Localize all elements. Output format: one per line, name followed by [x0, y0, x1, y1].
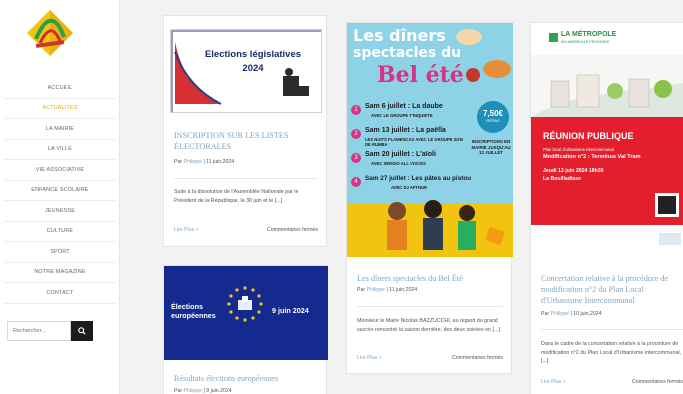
nav-item-sport[interactable]: SPORT: [4, 242, 116, 263]
event-subtitle: AVEC LE GROUPE T'INQUIETE: [371, 113, 433, 118]
comments-status: Commentaires fermés: [451, 355, 503, 361]
read-more-link[interactable]: Lire Plus >: [174, 227, 199, 233]
post-title-europeennes[interactable]: Résultats élections européennes: [174, 373, 319, 384]
post-image-europeennes[interactable]: Élections européennes 9 juin 2024: [164, 266, 328, 360]
nav-item-contact[interactable]: CONTACT: [4, 283, 116, 304]
event-number: 4: [351, 177, 361, 187]
image-date-europeennes: 9 juin 2024: [272, 306, 309, 315]
event-title: Sam 13 juillet : La paëlla: [365, 127, 446, 134]
event-number: 3: [351, 153, 361, 163]
divider: [357, 306, 503, 307]
sidebar: ACCUEIL ACTUALITES LA MAIRIE LA VILLE VI…: [0, 0, 120, 394]
poster-event-list: 1 Sam 6 juillet : La daube AVEC LE GROUP…: [351, 103, 471, 199]
metropole-brand: LA MÉTROPOLE: [561, 31, 617, 38]
comments-status: Commentaires fermés: [266, 227, 318, 233]
divider: [174, 178, 318, 179]
nav-item-vie-associative[interactable]: VIE ASSOCIATIVE: [4, 160, 116, 181]
inscriptions-note: INSCRIPTIONS EN MAIRIE JUSQU'AU 12 JUILL…: [471, 139, 511, 156]
post-card-europeennes: Élections européennes 9 juin 2024 Résult…: [163, 265, 328, 394]
post-date: | 10 juin,2024: [570, 311, 602, 317]
post-excerpt-metropole: Dans le cadre de la concertation relativ…: [541, 341, 682, 365]
poster-event-3: 3 Sam 20 juillet : L'aïoli AVEC SERGIO A…: [351, 151, 471, 175]
banner-line-3: Jeudi 13 juin 2024 18h30: [543, 168, 604, 174]
image-label-europeennes: Élections européennes: [171, 302, 216, 320]
post-excerpt-legislatives: Suite à la dissolution de l'Assemblée Na…: [174, 189, 299, 204]
comments-status: Commentaires fermés: [631, 379, 683, 385]
image-year-legislatives: 2024: [242, 63, 264, 74]
poster-event-4: 4 Sam 27 juillet : Les pâtes au pistou A…: [351, 175, 471, 199]
nav-item-la-ville[interactable]: LA VILLE: [4, 140, 116, 160]
nav-item-notre-magazine[interactable]: NOTRE MAGAZINE: [4, 263, 116, 283]
event-title: Sam 20 juillet : L'aïoli: [365, 151, 436, 158]
post-meta-diners: Par Philippe | 11 juin,2024: [357, 287, 417, 293]
main-nav: ACCUEIL ACTUALITES LA MAIRIE LA VILLE VI…: [4, 78, 116, 304]
meta-by-label: Par: [357, 287, 366, 293]
page: ACCUEIL ACTUALITES LA MAIRIE LA VILLE VI…: [0, 0, 683, 394]
post-date: | 11 juin,2024: [386, 287, 418, 293]
post-date: | 11 juin,2024: [203, 159, 235, 165]
post-title-diners[interactable]: Les dîners spectacles du Bel Été: [357, 273, 507, 284]
banner-line-2: Modification n°2 : Terminus Val Tram: [543, 154, 641, 160]
meta-by-label: Par: [174, 388, 183, 394]
price-value: 7,50€: [482, 109, 504, 118]
post-card-legislatives: Elections législatives 2024 INSCRIPTION …: [163, 15, 327, 247]
nav-item-actualites[interactable]: ACTUALITES: [4, 99, 116, 119]
poster-heading-line3: Bel été: [377, 62, 464, 88]
search-button[interactable]: [71, 321, 93, 341]
banner-line-1: Plan local d'urbanisme intercommunal: [543, 147, 614, 152]
nav-item-jeunesse[interactable]: JEUNESSE: [4, 201, 116, 222]
read-more-link[interactable]: Lire Plus >: [541, 379, 566, 385]
post-title-legislatives[interactable]: INSCRIPTION SUR LES LISTES ÉLECTORALES: [174, 130, 299, 152]
search-input[interactable]: [7, 321, 71, 341]
divider: [541, 329, 683, 330]
nav-item-enfance-scolaire[interactable]: ENFANCE SCOLAIRE: [4, 181, 116, 201]
post-meta-europeennes: Par Philippe | 9 juin,2024: [174, 388, 232, 394]
post-card-diners: Les dîners spectacles du Bel été 1 Sam 6…: [346, 22, 513, 374]
poster-heading-line1: Les dîners: [353, 26, 446, 45]
metropole-brand-sub: AIX-MARSEILLE-PROVENCE: [561, 40, 610, 44]
post-card-metropole: LA MÉTROPOLE AIX-MARSEILLE-PROVENCE RÉUN…: [530, 22, 683, 394]
event-number: 1: [351, 105, 361, 115]
nav-item-la-mairie[interactable]: LA MAIRIE: [4, 119, 116, 140]
site-logo[interactable]: [26, 9, 74, 57]
post-image-legislatives[interactable]: Elections législatives 2024: [170, 29, 322, 113]
post-meta-metropole: Par Philippe | 10 juin,2024: [541, 311, 602, 317]
poster-event-2: 2 Sam 13 juillet : La paëlla LES NUITS F…: [351, 127, 471, 151]
event-title: Sam 27 juillet : Les pâtes au pistou: [365, 175, 472, 182]
author-link[interactable]: Philippe: [367, 287, 385, 293]
event-subtitle: LES NUITS FLAMENCAS AVEC LE GROUPE SON D…: [365, 137, 463, 147]
event-subtitle: AVEC SERGIO ALL VOICES: [371, 161, 426, 166]
event-number: 2: [351, 129, 361, 139]
post-image-diners[interactable]: Les dîners spectacles du Bel été 1 Sam 6…: [347, 23, 513, 257]
nav-item-culture[interactable]: CULTURE: [4, 222, 116, 242]
banner-heading: RÉUNION PUBLIQUE: [543, 131, 634, 141]
price-sub: REPAS: [486, 118, 500, 123]
post-title-metropole[interactable]: Concertation relative à la procédure de …: [541, 273, 683, 306]
author-link[interactable]: Philippe: [184, 159, 202, 165]
post-date: | 9 juin,2024: [203, 388, 232, 394]
poster-event-1: 1 Sam 6 juillet : La daube AVEC LE GROUP…: [351, 103, 471, 127]
event-subtitle: AVEC DJ AFTHUR: [391, 185, 428, 190]
poster-heading-line2: spectacles du: [353, 45, 462, 61]
meta-by-label: Par: [541, 311, 550, 317]
search-form: [7, 321, 93, 341]
nav-item-accueil[interactable]: ACCUEIL: [4, 78, 116, 99]
post-meta-legislatives: Par Philippe | 11 juin,2024: [174, 159, 234, 165]
read-more-link[interactable]: Lire Plus >: [357, 355, 382, 361]
event-title: Sam 6 juillet : La daube: [365, 103, 443, 110]
image-heading-legislatives: Elections législatives: [204, 49, 302, 60]
post-excerpt-diners: Monsieur le Maire Nicolas BAZZUCCHI, au …: [357, 318, 500, 333]
price-badge: 7,50€ REPAS: [477, 101, 509, 133]
author-link[interactable]: Philippe: [551, 311, 569, 317]
author-link[interactable]: Philippe: [184, 388, 202, 394]
post-image-metropole[interactable]: LA MÉTROPOLE AIX-MARSEILLE-PROVENCE RÉUN…: [531, 23, 683, 255]
search-icon: [78, 327, 86, 335]
banner-line-4: La Bouilladisse: [543, 176, 582, 182]
meta-by-label: Par: [174, 159, 183, 165]
